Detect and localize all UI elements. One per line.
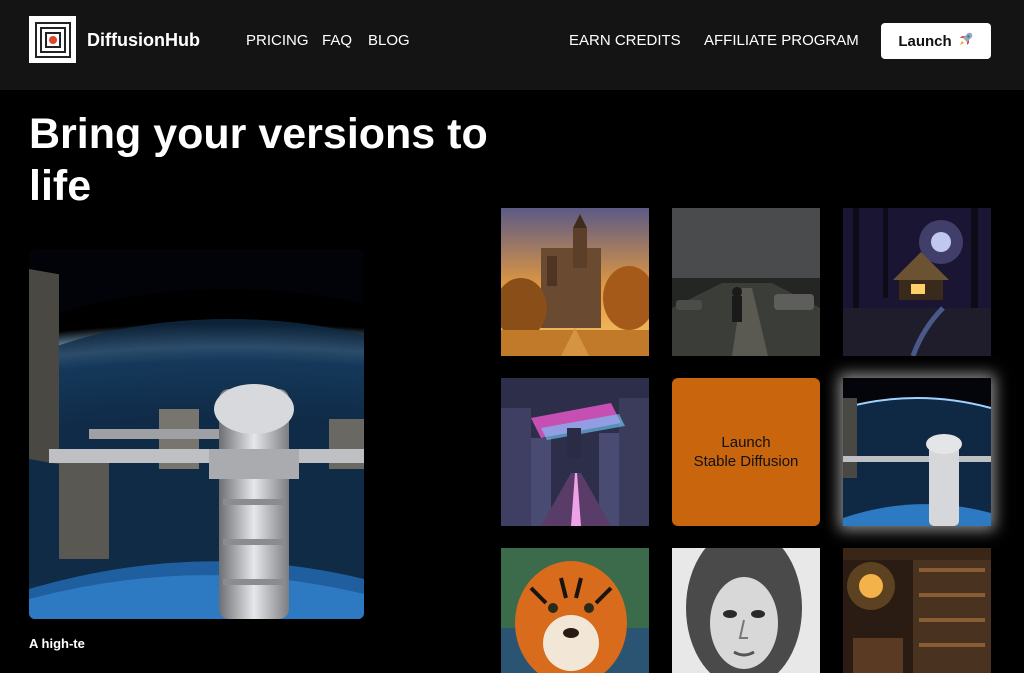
forest-cottage-night-image[interactable] (843, 208, 991, 356)
tiger-portrait-image[interactable] (501, 548, 649, 673)
rocket-icon (958, 31, 974, 51)
space-station-thumb-image[interactable] (843, 378, 991, 526)
castle-sunset-image[interactable] (501, 208, 649, 356)
nav-earn-credits[interactable]: EARN CREDITS (569, 32, 681, 49)
old-library-interior-image[interactable] (843, 548, 991, 673)
brand-name[interactable]: DiffusionHub (87, 30, 200, 51)
nav-pricing[interactable]: PRICING (246, 32, 309, 49)
launch-button-label: Launch (898, 32, 952, 50)
hero-title: Bring your versions to life (29, 110, 488, 210)
launch-tile-line1: Launch (721, 434, 771, 451)
road-walker-storm-image[interactable] (672, 208, 820, 356)
launch-tile-line2: Stable Diffusion (693, 453, 799, 470)
launch-stable-diffusion-tile[interactable]: Launch Stable Diffusion (672, 378, 820, 526)
nav-affiliate-program[interactable]: AFFILIATE PROGRAM (704, 32, 859, 49)
top-navbar: DiffusionHub PRICING FAQ BLOG EARN CREDI… (0, 0, 1024, 90)
logo[interactable] (29, 16, 76, 63)
hero-caption: A high-te (29, 636, 85, 651)
concentric-squares-logo-icon (34, 21, 71, 58)
woman-pencil-sketch-image[interactable] (672, 548, 820, 673)
neon-city-ship-image[interactable] (501, 378, 649, 526)
hero-space-station-image (29, 249, 364, 619)
launch-button[interactable]: Launch (881, 23, 991, 59)
nav-faq[interactable]: FAQ (322, 32, 352, 49)
nav-blog[interactable]: BLOG (368, 32, 410, 49)
